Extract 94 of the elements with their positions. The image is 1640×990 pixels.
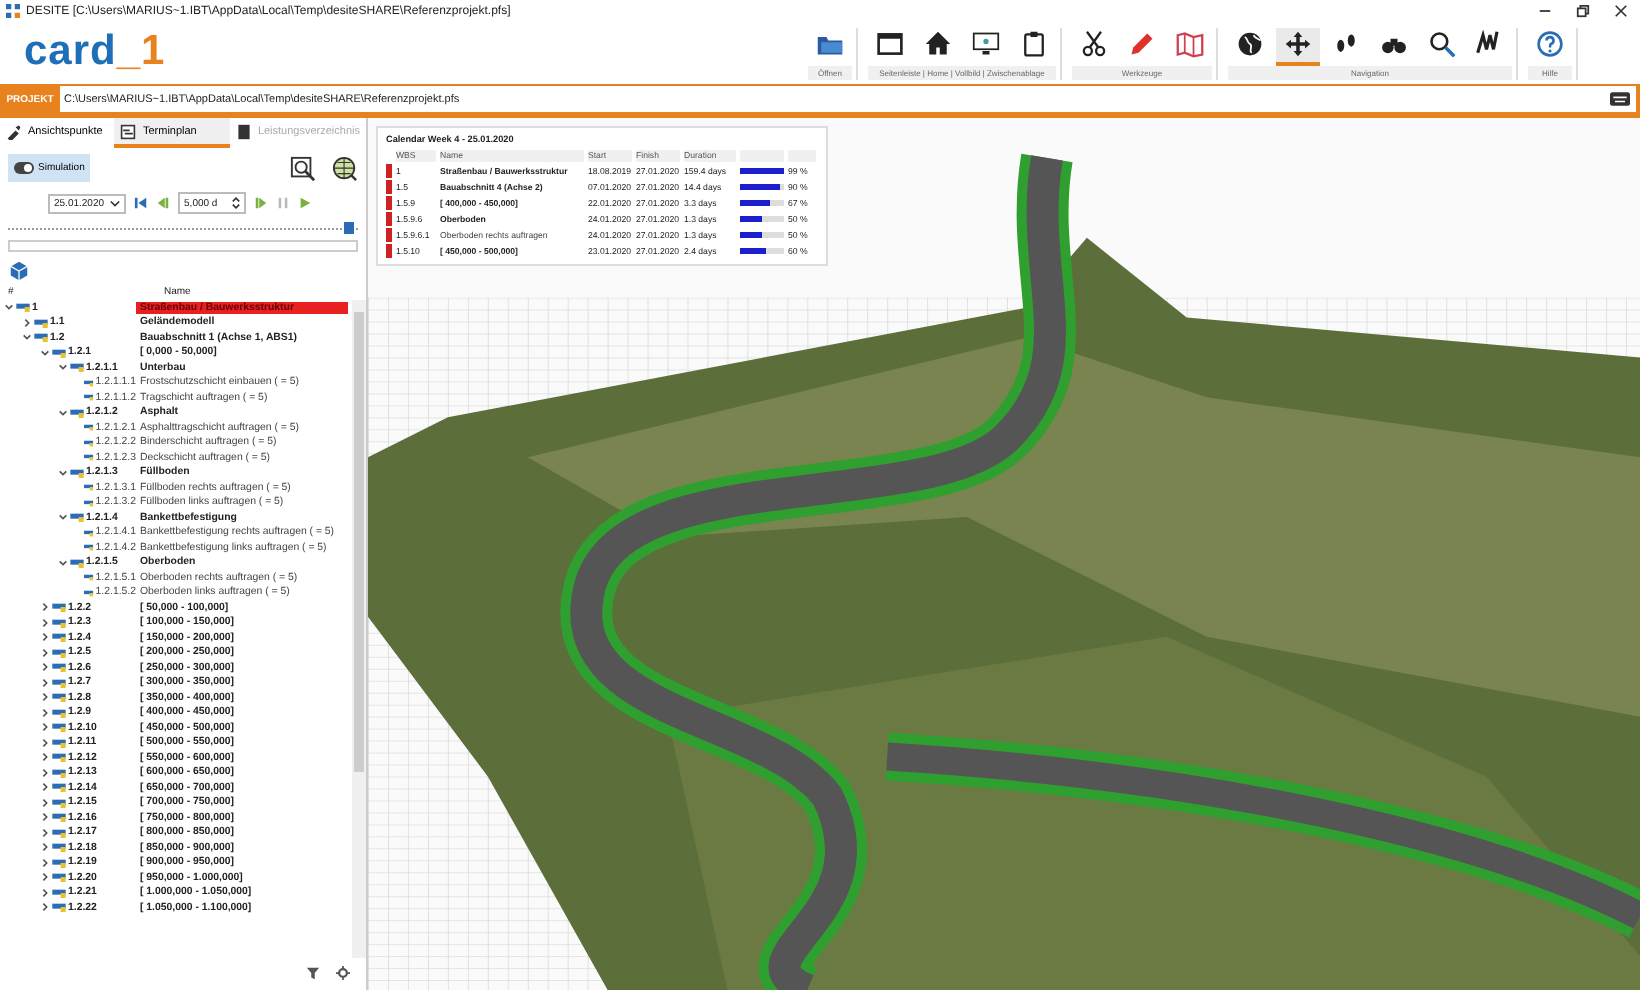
chevron-icon[interactable]	[40, 767, 50, 778]
node-icon	[84, 377, 94, 388]
chevron-icon[interactable]	[58, 362, 68, 373]
spinner-arrows-icon[interactable]	[232, 196, 241, 210]
node-icon	[84, 572, 94, 583]
node-icon	[70, 557, 84, 568]
chevron-icon[interactable]	[40, 857, 50, 868]
logo: card_1	[22, 26, 168, 78]
minimize-icon[interactable]	[1538, 4, 1552, 18]
chevron-icon[interactable]	[40, 602, 50, 613]
chevron-icon[interactable]	[40, 812, 50, 823]
chevron-icon[interactable]	[40, 347, 50, 358]
node-icon	[52, 617, 66, 628]
chevron-icon[interactable]	[40, 752, 50, 763]
node-icon	[52, 827, 66, 838]
node-icon	[52, 797, 66, 808]
node-icon	[52, 872, 66, 883]
move-icon[interactable]	[1276, 28, 1320, 66]
close-icon[interactable]	[1614, 4, 1628, 18]
chevron-icon[interactable]	[58, 407, 68, 418]
node-icon	[34, 317, 48, 328]
node-icon	[84, 497, 94, 508]
step-forward-icon[interactable]	[254, 196, 269, 210]
node-icon	[52, 812, 66, 823]
node-icon	[52, 662, 66, 673]
chevron-icon[interactable]	[58, 512, 68, 523]
node-icon	[52, 602, 66, 613]
chevron-icon[interactable]	[4, 302, 14, 313]
dropdown-caret-icon	[110, 199, 121, 207]
restore-icon[interactable]	[1576, 4, 1590, 18]
app-icon	[6, 4, 20, 18]
node-icon	[52, 647, 66, 658]
model-cube-icon[interactable]	[8, 260, 30, 282]
skip-start-icon[interactable]	[134, 196, 149, 210]
chevron-icon[interactable]	[40, 692, 50, 703]
chevron-icon[interactable]	[40, 647, 50, 658]
chevron-icon[interactable]	[22, 317, 32, 328]
chevron-icon[interactable]	[40, 662, 50, 673]
node-icon	[52, 902, 66, 913]
step-back-icon[interactable]	[156, 196, 171, 210]
node-icon	[52, 737, 66, 748]
node-icon	[84, 392, 94, 403]
chevron-icon[interactable]	[40, 782, 50, 793]
node-icon	[70, 467, 84, 478]
chevron-icon[interactable]	[40, 887, 50, 898]
chevron-icon[interactable]	[40, 827, 50, 838]
brush-icon	[6, 123, 22, 139]
node-icon	[70, 512, 84, 523]
chevron-icon[interactable]	[22, 332, 32, 343]
node-icon	[84, 587, 94, 598]
chevron-icon[interactable]	[40, 737, 50, 748]
grid-globe-icon[interactable]	[332, 155, 358, 181]
node-icon	[52, 707, 66, 718]
node-icon	[84, 542, 94, 553]
chevron-icon[interactable]	[40, 632, 50, 643]
schedule-icon	[120, 123, 137, 139]
node-icon	[52, 347, 66, 358]
node-icon	[84, 422, 94, 433]
chevron-icon[interactable]	[40, 617, 50, 628]
chevron-icon[interactable]	[40, 722, 50, 733]
chevron-icon[interactable]	[40, 872, 50, 883]
node-icon	[52, 857, 66, 868]
node-icon	[52, 752, 66, 763]
node-icon	[70, 407, 84, 418]
play-icon[interactable]	[298, 196, 313, 210]
node-icon	[52, 767, 66, 778]
timeline-slider[interactable]	[8, 222, 358, 236]
chevron-icon[interactable]	[40, 842, 50, 853]
chevron-icon[interactable]	[40, 902, 50, 913]
node-icon	[16, 302, 30, 313]
node-icon	[34, 332, 48, 343]
node-icon	[52, 722, 66, 733]
node-icon	[52, 692, 66, 703]
chevron-icon[interactable]	[58, 557, 68, 568]
calendar-search-icon[interactable]	[290, 155, 316, 181]
node-icon	[84, 452, 94, 463]
node-icon	[70, 362, 84, 373]
node-icon	[52, 677, 66, 688]
node-icon	[52, 887, 66, 898]
chevron-icon[interactable]	[40, 707, 50, 718]
node-icon	[52, 782, 66, 793]
keyboard-icon[interactable]	[1610, 92, 1630, 106]
scrollbar[interactable]	[352, 300, 366, 958]
slider-thumb[interactable]	[343, 222, 353, 234]
chevron-icon[interactable]	[58, 467, 68, 478]
node-icon	[84, 482, 94, 493]
filter-icon[interactable]	[306, 966, 320, 980]
node-icon	[52, 842, 66, 853]
chevron-icon[interactable]	[40, 677, 50, 688]
node-icon	[52, 632, 66, 643]
node-icon	[84, 437, 94, 448]
node-icon	[84, 527, 94, 538]
settings-icon[interactable]	[336, 966, 350, 980]
chevron-icon[interactable]	[40, 797, 50, 808]
